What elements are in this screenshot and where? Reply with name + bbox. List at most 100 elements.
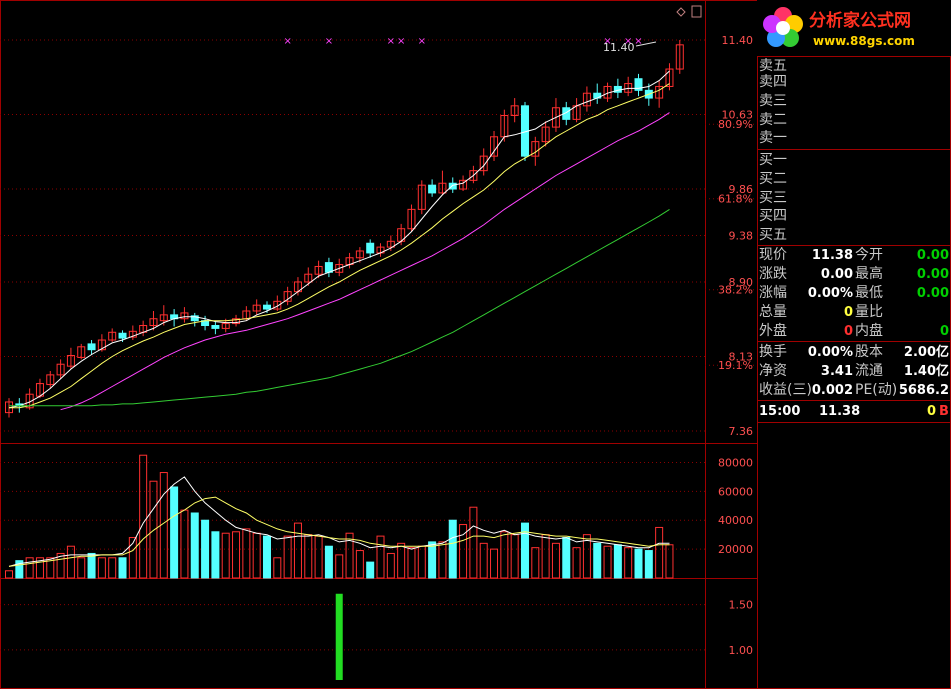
- volume-ma-vol_ma10: [8, 496, 670, 567]
- volume-bar: [510, 534, 519, 579]
- volume-bar: [273, 557, 282, 579]
- quote-panel: 分析家公式网 www.88gs.com 卖五 卖四 卖三 卖二 卖一 买一 买二…: [757, 0, 951, 689]
- quote-value: [897, 303, 949, 322]
- volume-bar: [562, 537, 571, 579]
- volume-bar: [469, 506, 478, 579]
- tick-row: 15:00 11.38 0 B: [757, 402, 951, 421]
- volume-bar: [149, 480, 158, 579]
- divider: [757, 422, 951, 423]
- volume-tick-label: 60000: [718, 485, 753, 498]
- ma-line-ma10: [9, 83, 670, 409]
- quote-value: 0.00%: [807, 345, 853, 360]
- volume-tick-label: 80000: [718, 456, 753, 469]
- ma-line-ma60: [9, 208, 670, 407]
- signal-marker-icon: ×: [387, 36, 395, 47]
- volume-ma-vol_ma5: [8, 476, 670, 567]
- volume-bar: [490, 548, 499, 579]
- quote-label: 净资: [759, 363, 787, 379]
- tick-volume: 0: [927, 404, 937, 419]
- buy-4-label: 买四: [759, 208, 787, 224]
- quote-value: 11.38: [811, 248, 853, 263]
- percent-label: 19.1%: [718, 359, 753, 372]
- high-price-annotation: 11.40: [603, 41, 635, 54]
- percent-label: 38.2%: [718, 284, 753, 297]
- ma-line-ma5: [8, 70, 670, 409]
- quote-value: 0.00: [916, 267, 949, 282]
- quote-label: PE(动): [855, 382, 898, 398]
- quote-value: 0.00: [820, 267, 853, 282]
- quote-label: 涨跌: [759, 266, 787, 282]
- indicator-tick-label: 1.50: [729, 599, 754, 612]
- quote-label: 流通: [855, 363, 883, 379]
- logo-url[interactable]: www.88gs.com: [813, 34, 915, 48]
- candle-body: [428, 184, 437, 194]
- volume-bar: [283, 535, 292, 579]
- volume-bar: [644, 550, 653, 579]
- quote-label: 外盘: [759, 323, 787, 339]
- quote-value: 2.00亿: [903, 345, 949, 360]
- volume-bar: [541, 534, 550, 579]
- candle-body: [262, 304, 271, 310]
- volume-bar: [25, 557, 34, 579]
- sell-1-label: 卖一: [759, 130, 787, 146]
- quote-label: 今开: [855, 247, 883, 263]
- percent-label: 61.8%: [718, 193, 753, 206]
- candle-body: [324, 262, 333, 273]
- volume-bar: [221, 532, 230, 579]
- tick-side: B: [939, 404, 949, 419]
- quote-label: 涨幅: [759, 285, 787, 301]
- square-icon: [691, 5, 702, 18]
- volume-bar: [252, 532, 261, 579]
- quote-value: 0: [939, 324, 949, 339]
- volume-bar: [603, 545, 612, 579]
- volume-bar: [190, 512, 199, 579]
- quote-value: 3.41: [820, 364, 853, 379]
- sell-2-label: 卖二: [759, 112, 787, 128]
- volume-bar: [118, 557, 127, 579]
- logo-title: 分析家公式网: [809, 11, 911, 31]
- volume-bar: [500, 531, 509, 579]
- volume-bar: [97, 557, 106, 579]
- signal-marker-icon: ×: [397, 36, 405, 47]
- volume-bar: [613, 544, 622, 579]
- price-tick-label: 9.38: [729, 230, 754, 243]
- quote-label: 内盘: [855, 323, 883, 339]
- volume-bar: [448, 519, 457, 579]
- indicator-panel: [335, 593, 343, 680]
- volume-bar: [572, 547, 581, 579]
- volume-bar: [77, 557, 86, 579]
- diamond-icon: [676, 7, 686, 17]
- quote-value: 5686.2: [898, 383, 949, 398]
- quote-label: 换手: [759, 344, 787, 360]
- volume-bar: [407, 547, 416, 579]
- volume-bar: [314, 535, 323, 579]
- quote-label: 最低: [855, 285, 883, 301]
- indicator-tick-label: 1.00: [729, 644, 754, 657]
- quote-value: 0: [843, 324, 853, 339]
- quote-label: 现价: [759, 247, 787, 263]
- quote-label: 股本: [855, 344, 883, 360]
- sell-3-label: 卖三: [759, 93, 787, 109]
- volume-bar: [655, 526, 664, 579]
- volume-bar: [201, 519, 210, 579]
- volume-bar: [551, 542, 560, 579]
- volume-bar: [232, 531, 241, 579]
- volume-bar: [386, 552, 395, 579]
- volume-bar: [5, 570, 13, 579]
- volume-bar: [262, 535, 271, 579]
- signal-marker-icon: ×: [283, 36, 291, 47]
- volume-bar: [335, 554, 344, 579]
- site-logo: 分析家公式网 www.88gs.com: [757, 0, 951, 56]
- volume-bar: [324, 545, 333, 579]
- candlestick-series: [5, 40, 684, 418]
- indicator-signal-bar: [335, 593, 343, 680]
- volume-bar: [211, 531, 220, 579]
- sell-4-label: 卖四: [759, 74, 787, 90]
- volume-bar: [428, 541, 437, 579]
- volume-bar: [624, 547, 633, 579]
- signal-marker-icon: ×: [325, 36, 333, 47]
- candle-body: [87, 343, 96, 351]
- quote-value: 0.00: [916, 248, 949, 263]
- quote-value: 1.40亿: [903, 364, 949, 379]
- flower-logo-icon: [763, 7, 803, 47]
